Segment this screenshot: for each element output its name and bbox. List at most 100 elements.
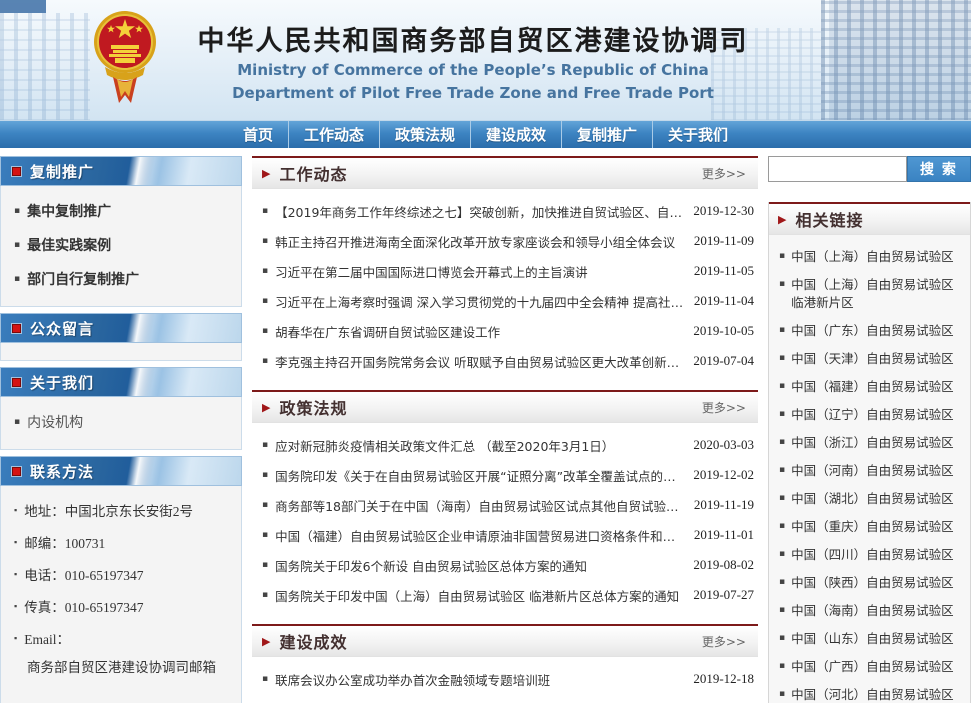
related-link[interactable]: ▪ 中国（上海）自由贸易试验区临港新片区 bbox=[777, 271, 964, 317]
contact-line: ▪ 地址：中国北京东长安街2号 bbox=[1, 494, 241, 526]
more-link[interactable]: 更多>> bbox=[702, 633, 746, 650]
sidebar-link[interactable]: ▪ 部门自行复制推广 bbox=[1, 262, 241, 296]
news-item[interactable]: ▪ 联席会议办公室成功举办首次金融领域专题培训班 2019-12-18 bbox=[256, 664, 754, 694]
sidebar-section-replication: 复制推广 ▪ 集中复制推广 ▪ 最佳实践案例 bbox=[0, 156, 242, 307]
nav-item[interactable]: 政策法规 bbox=[379, 121, 470, 148]
news-item[interactable]: ▪ 韩正主持召开推进海南全面深化改革开放专家座谈会和领导小组全体会议 2019-… bbox=[256, 226, 754, 256]
news-title-link[interactable]: 中国（福建）自由贸易试验区企业申请原油非国营贸易进口资格条件和程序 bbox=[275, 526, 684, 545]
bullet-icon: ▪ bbox=[779, 550, 785, 559]
bullet-icon: ▪ bbox=[14, 506, 17, 515]
sidebar-link[interactable]: ▪ 最佳实践案例 bbox=[1, 228, 241, 262]
related-link[interactable]: ▪ 中国（上海）自由贸易试验区 bbox=[777, 243, 964, 271]
sidebar-section-title: 联系方法 bbox=[30, 461, 94, 482]
news-item[interactable]: ▪ 中国（福建）自由贸易试验区企业申请原油非国营贸易进口资格条件和程序 2019… bbox=[256, 520, 754, 550]
news-title-link[interactable]: 湖北自贸试验区宜昌片区探索纳税人跨区自由迁移 bbox=[275, 700, 683, 703]
related-link-label: 中国（上海）自由贸易试验区临港新片区 bbox=[791, 276, 964, 312]
related-link[interactable]: ▪ 中国（山东）自由贸易试验区 bbox=[777, 625, 964, 653]
news-title-link[interactable]: 国务院印发《关于在自由贸易试验区开展“证照分离”改革全覆盖试点的通... bbox=[275, 466, 683, 485]
bullet-icon: ▪ bbox=[14, 570, 17, 579]
nav-item[interactable]: 复制推广 bbox=[561, 121, 652, 148]
nav-item[interactable]: 工作动态 bbox=[288, 121, 379, 148]
related-link-label: 中国（山东）自由贸易试验区 bbox=[791, 630, 954, 648]
contact-line: ▪ 电话：010-65197347 bbox=[1, 558, 241, 590]
related-link[interactable]: ▪ 中国（海南）自由贸易试验区 bbox=[777, 597, 964, 625]
main-column: ▶ 工作动态 更多>> ▪ 【2019年商务工作年终综述之七】突破创新，加快推进… bbox=[252, 156, 758, 703]
related-link[interactable]: ▪ 中国（河南）自由贸易试验区 bbox=[777, 457, 964, 485]
news-date: 2019-12-02 bbox=[693, 467, 754, 483]
right-column: 搜 索 ▶ 相关链接 ▪ 中国（上海）自由贸易试验区 bbox=[768, 156, 971, 703]
news-date: 2019-11-09 bbox=[694, 233, 754, 249]
news-item[interactable]: ▪ 湖北自贸试验区宜昌片区探索纳税人跨区自由迁移 2019-12-16 bbox=[256, 694, 754, 703]
bullet-icon: ▪ bbox=[14, 241, 20, 250]
site-title-cn: 中华人民共和国商务部自贸区港建设协调司 bbox=[198, 19, 749, 58]
more-link[interactable]: 更多>> bbox=[702, 399, 746, 416]
news-item[interactable]: ▪ 习近平在上海考察时强调 深入学习贯彻党的十九届四中全会精神 提高社会... … bbox=[256, 286, 754, 316]
contact-line-text: Email： bbox=[24, 628, 70, 648]
nav-item[interactable]: 首页 bbox=[228, 121, 288, 148]
news-title-link[interactable]: 李克强主持召开国务院常务会议 听取赋予自由贸易试验区更大改革创新自... bbox=[275, 352, 683, 371]
bullet-icon: ▪ bbox=[779, 690, 785, 699]
related-link[interactable]: ▪ 中国（四川）自由贸易试验区 bbox=[777, 541, 964, 569]
related-link[interactable]: ▪ 中国（辽宁）自由贸易试验区 bbox=[777, 401, 964, 429]
bullet-icon: ▪ bbox=[262, 327, 268, 336]
bullet-icon: ▪ bbox=[262, 207, 268, 216]
related-link[interactable]: ▪ 中国（天津）自由贸易试验区 bbox=[777, 345, 964, 373]
news-item[interactable]: ▪ 国务院印发《关于在自由贸易试验区开展“证照分离”改革全覆盖试点的通... 2… bbox=[256, 460, 754, 490]
related-link[interactable]: ▪ 中国（重庆）自由贸易试验区 bbox=[777, 513, 964, 541]
more-link[interactable]: 更多>> bbox=[702, 165, 746, 182]
news-date: 2020-03-03 bbox=[693, 437, 754, 453]
contact-line: ▪ 传真：010-65197347 bbox=[1, 590, 241, 622]
related-link[interactable]: ▪ 中国（湖北）自由贸易试验区 bbox=[777, 485, 964, 513]
news-title-link[interactable]: 胡春华在广东省调研自贸试验区建设工作 bbox=[275, 322, 683, 341]
related-link[interactable]: ▪ 中国（福建）自由贸易试验区 bbox=[777, 373, 964, 401]
news-title-link[interactable]: 应对新冠肺炎疫情相关政策文件汇总 （截至2020年3月1日） bbox=[275, 436, 683, 455]
bullet-icon: ▪ bbox=[779, 662, 785, 671]
news-item[interactable]: ▪ 商务部等18部门关于在中国（海南）自由贸易试验区试点其他自贸试验区施... … bbox=[256, 490, 754, 520]
related-link-label: 中国（上海）自由贸易试验区 bbox=[791, 248, 954, 266]
sidebar-header-replication: 复制推广 bbox=[0, 156, 242, 186]
sidebar-link[interactable]: ▪ 集中复制推广 bbox=[1, 194, 241, 228]
sidebar-section-feedback: 公众留言 bbox=[0, 313, 242, 361]
bullet-icon: ▪ bbox=[14, 634, 17, 643]
nav-item[interactable]: 建设成效 bbox=[470, 121, 561, 148]
bullet-icon: ▪ bbox=[262, 561, 268, 570]
search-input[interactable] bbox=[768, 156, 907, 182]
news-title-link[interactable]: 【2019年商务工作年终综述之七】突破创新，加快推进自贸试验区、自由贸... bbox=[275, 202, 683, 221]
bullet-icon: ▪ bbox=[779, 634, 785, 643]
sidebar-section-body: ▪ 地址：中国北京东长安街2号 ▪ 邮编：100731 ▪ 电话：0 bbox=[0, 486, 242, 703]
related-link[interactable]: ▪ 中国（陕西）自由贸易试验区 bbox=[777, 569, 964, 597]
bullet-icon: ▪ bbox=[779, 410, 785, 419]
news-item[interactable]: ▪ 习近平在第二届中国国际进口博览会开幕式上的主旨演讲 2019-11-05 bbox=[256, 256, 754, 286]
related-link[interactable]: ▪ 中国（河北）自由贸易试验区 bbox=[777, 681, 964, 703]
news-title-link[interactable]: 习近平在第二届中国国际进口博览会开幕式上的主旨演讲 bbox=[275, 262, 684, 281]
search-button[interactable]: 搜 索 bbox=[907, 156, 971, 182]
related-link-label: 中国（广西）自由贸易试验区 bbox=[791, 658, 954, 676]
arrow-right-icon: ▶ bbox=[262, 636, 270, 647]
news-item[interactable]: ▪ 胡春华在广东省调研自贸试验区建设工作 2019-10-05 bbox=[256, 316, 754, 346]
news-item[interactable]: ▪ 应对新冠肺炎疫情相关政策文件汇总 （截至2020年3月1日） 2020-03… bbox=[256, 430, 754, 460]
bullet-icon: ▪ bbox=[14, 538, 17, 547]
news-title-link[interactable]: 习近平在上海考察时强调 深入学习贯彻党的十九届四中全会精神 提高社会... bbox=[275, 292, 684, 311]
related-link[interactable]: ▪ 中国（广西）自由贸易试验区 bbox=[777, 653, 964, 681]
news-date: 2019-10-05 bbox=[693, 323, 754, 339]
sidebar-link[interactable]: ▪ 内设机构 bbox=[1, 405, 241, 439]
news-date: 2019-11-01 bbox=[694, 527, 754, 543]
related-link-label: 中国（河北）自由贸易试验区 bbox=[791, 686, 954, 703]
news-title-link[interactable]: 联席会议办公室成功举办首次金融领域专题培训班 bbox=[275, 670, 683, 689]
contact-email-link[interactable]: 商务部自贸区港建设协调司邮箱 bbox=[1, 654, 241, 682]
news-item[interactable]: ▪ 【2019年商务工作年终综述之七】突破创新，加快推进自贸试验区、自由贸...… bbox=[256, 196, 754, 226]
related-link[interactable]: ▪ 中国（浙江）自由贸易试验区 bbox=[777, 429, 964, 457]
news-list: ▪ 联席会议办公室成功举办首次金融领域专题培训班 2019-12-18 ▪ 湖北… bbox=[252, 657, 758, 703]
nav-item[interactable]: 关于我们 bbox=[652, 121, 743, 148]
news-date: 2019-07-27 bbox=[693, 587, 754, 603]
news-title-link[interactable]: 商务部等18部门关于在中国（海南）自由贸易试验区试点其他自贸试验区施... bbox=[275, 496, 684, 515]
news-item[interactable]: ▪ 李克强主持召开国务院常务会议 听取赋予自由贸易试验区更大改革创新自... 2… bbox=[256, 346, 754, 376]
news-title-link[interactable]: 韩正主持召开推进海南全面深化改革开放专家座谈会和领导小组全体会议 bbox=[275, 232, 684, 251]
news-item[interactable]: ▪ 国务院关于印发6个新设 自由贸易试验区总体方案的通知 2019-08-02 bbox=[256, 550, 754, 580]
news-title-link[interactable]: 国务院关于印发中国（上海）自由贸易试验区 临港新片区总体方案的通知 bbox=[275, 586, 683, 605]
sidebar-header-feedback[interactable]: 公众留言 bbox=[0, 313, 242, 343]
related-link[interactable]: ▪ 中国（广东）自由贸易试验区 bbox=[777, 317, 964, 345]
bullet-icon: ▪ bbox=[14, 602, 17, 611]
news-title-link[interactable]: 国务院关于印发6个新设 自由贸易试验区总体方案的通知 bbox=[275, 556, 683, 575]
news-item[interactable]: ▪ 国务院关于印发中国（上海）自由贸易试验区 临港新片区总体方案的通知 2019… bbox=[256, 580, 754, 610]
